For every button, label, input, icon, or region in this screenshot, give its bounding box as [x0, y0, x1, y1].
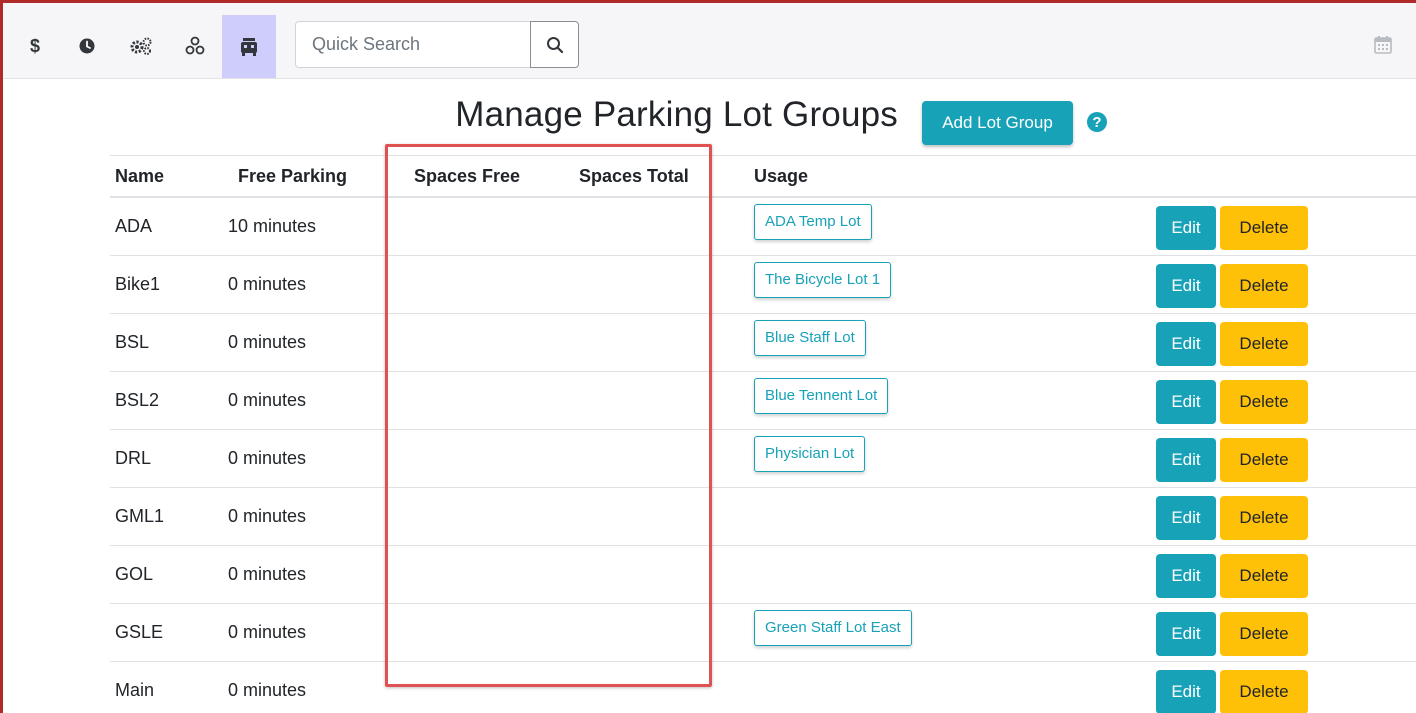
cell-name: Bike1 — [115, 274, 161, 294]
delete-button[interactable]: Delete — [1220, 206, 1308, 250]
column-header-free-parking[interactable]: Free Parking — [238, 166, 347, 187]
edit-button[interactable]: Edit — [1156, 264, 1216, 308]
table-row: GOL 0 minutes Edit Delete — [110, 546, 1416, 604]
search-icon — [546, 36, 563, 53]
usage-tag[interactable]: Green Staff Lot East — [754, 610, 912, 646]
cell-free-parking: 0 minutes — [228, 622, 307, 642]
edit-button[interactable]: Edit — [1156, 380, 1216, 424]
cell-name: GOL — [115, 564, 154, 584]
cell-free-parking: 0 minutes — [228, 274, 307, 294]
delete-button[interactable]: Delete — [1220, 670, 1308, 713]
usage-tag[interactable]: Blue Staff Lot — [754, 320, 866, 356]
cell-free-parking: 0 minutes — [228, 332, 307, 352]
question-circle-icon[interactable]: ? — [1086, 111, 1108, 133]
parking-lot-icon[interactable] — [222, 15, 276, 78]
edit-button[interactable]: Edit — [1156, 206, 1216, 250]
cell-free-parking: 0 minutes — [228, 564, 307, 584]
cell-name: GML1 — [115, 506, 165, 526]
edit-button[interactable]: Edit — [1156, 496, 1216, 540]
edit-button[interactable]: Edit — [1156, 554, 1216, 598]
edit-button[interactable]: Edit — [1156, 612, 1216, 656]
cell-free-parking: 10 minutes — [228, 216, 317, 236]
delete-button[interactable]: Delete — [1220, 322, 1308, 366]
table-row: ADA 10 minutes ADA Temp Lot Edit Delete — [110, 198, 1416, 256]
calendar-icon[interactable] — [1373, 35, 1393, 55]
cell-free-parking: 0 minutes — [228, 680, 307, 700]
table-row: BSL2 0 minutes Blue Tennent Lot Edit Del… — [110, 372, 1416, 430]
cell-name: ADA — [115, 216, 153, 236]
table-row: GSLE 0 minutes Green Staff Lot East Edit… — [110, 604, 1416, 662]
table-row: GML1 0 minutes Edit Delete — [110, 488, 1416, 546]
delete-button[interactable]: Delete — [1220, 496, 1308, 540]
clock-icon[interactable] — [67, 21, 107, 71]
cell-name: Main — [115, 680, 155, 700]
gears-icon[interactable] — [121, 21, 161, 71]
delete-button[interactable]: Delete — [1220, 554, 1308, 598]
cell-free-parking: 0 minutes — [228, 390, 307, 410]
edit-button[interactable]: Edit — [1156, 322, 1216, 366]
column-header-spaces-free[interactable]: Spaces Free — [414, 166, 520, 187]
table-row: DRL 0 minutes Physician Lot Edit Delete — [110, 430, 1416, 488]
page-title: Manage Parking Lot Groups — [455, 95, 898, 134]
svg-text:?: ? — [1092, 114, 1101, 131]
table-header: Name Free Parking Spaces Free Spaces Tot… — [110, 155, 1416, 198]
column-header-usage[interactable]: Usage — [754, 166, 808, 187]
search-input[interactable] — [295, 21, 531, 68]
delete-button[interactable]: Delete — [1220, 612, 1308, 656]
usage-tag[interactable]: ADA Temp Lot — [754, 204, 872, 240]
delete-button[interactable]: Delete — [1220, 380, 1308, 424]
toolbar: $ — [3, 3, 1416, 79]
table-row: BSL 0 minutes Blue Staff Lot Edit Delete — [110, 314, 1416, 372]
delete-button[interactable]: Delete — [1220, 264, 1308, 308]
cell-free-parking: 0 minutes — [228, 506, 307, 526]
usage-tag[interactable]: Blue Tennent Lot — [754, 378, 889, 414]
cell-free-parking: 0 minutes — [228, 448, 307, 468]
cell-name: DRL — [115, 448, 152, 468]
add-lot-group-button[interactable]: Add Lot Group — [922, 101, 1073, 145]
edit-button[interactable]: Edit — [1156, 438, 1216, 482]
table-row: Main 0 minutes Edit Delete — [110, 662, 1416, 713]
usage-tag[interactable]: The Bicycle Lot 1 — [754, 262, 892, 298]
column-header-spaces-total[interactable]: Spaces Total — [579, 166, 689, 187]
search-button[interactable] — [530, 21, 579, 68]
cell-name: BSL2 — [115, 390, 160, 410]
usage-tag[interactable]: Physician Lot — [754, 436, 866, 472]
delete-button[interactable]: Delete — [1220, 438, 1308, 482]
nodes-icon[interactable] — [175, 21, 215, 71]
cell-name: BSL — [115, 332, 150, 352]
table-row: Bike1 0 minutes The Bicycle Lot 1 Edit D… — [110, 256, 1416, 314]
dollar-icon[interactable]: $ — [15, 21, 55, 71]
edit-button[interactable]: Edit — [1156, 670, 1216, 713]
cell-name: GSLE — [115, 622, 164, 642]
svg-text:$: $ — [30, 36, 40, 56]
column-header-name[interactable]: Name — [115, 166, 164, 187]
